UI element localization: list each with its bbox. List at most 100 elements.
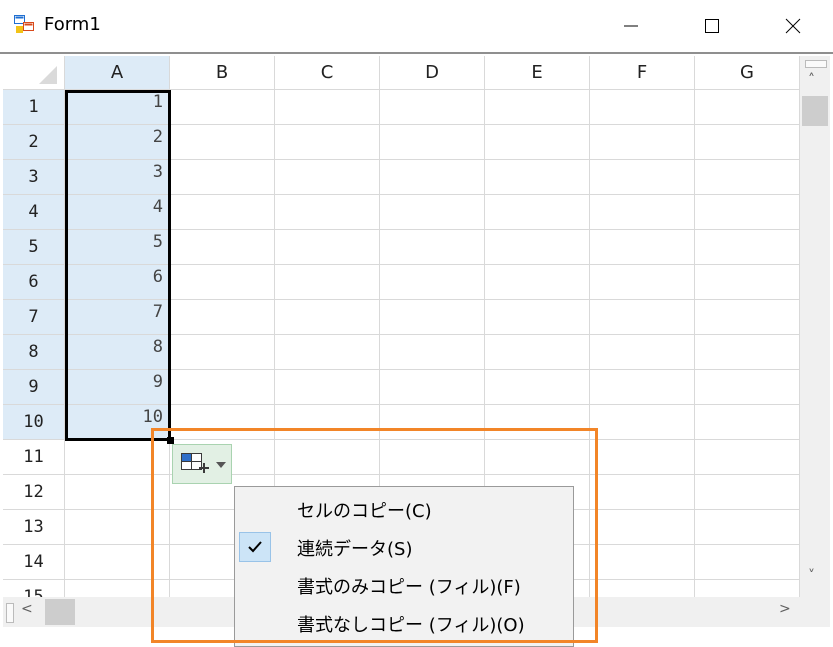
- cell-f14[interactable]: [590, 545, 695, 580]
- cell-e4[interactable]: [485, 195, 590, 230]
- cell-f7[interactable]: [590, 300, 695, 335]
- cell-b8[interactable]: [170, 335, 275, 370]
- cell-a3[interactable]: 3: [65, 160, 170, 195]
- cell-e7[interactable]: [485, 300, 590, 335]
- fill-handle[interactable]: [167, 437, 174, 444]
- cell-d2[interactable]: [380, 125, 485, 160]
- cell-f5[interactable]: [590, 230, 695, 265]
- cell-c7[interactable]: [275, 300, 380, 335]
- select-all-corner[interactable]: [3, 56, 65, 90]
- cell-e5[interactable]: [485, 230, 590, 265]
- cell-e9[interactable]: [485, 370, 590, 405]
- cell-g10[interactable]: [695, 405, 800, 440]
- cell-a14[interactable]: [65, 545, 170, 580]
- row-header-7[interactable]: 7: [3, 300, 65, 335]
- row-header-8[interactable]: 8: [3, 335, 65, 370]
- menu-item-fill-series[interactable]: 連続データ(S): [235, 528, 573, 566]
- row-header-2[interactable]: 2: [3, 125, 65, 160]
- cell-f1[interactable]: [590, 90, 695, 125]
- vertical-scrollbar[interactable]: ˄ ˅: [800, 56, 830, 597]
- column-header-a[interactable]: A: [65, 56, 170, 90]
- scroll-down-icon[interactable]: ˅: [808, 568, 815, 584]
- row-header-13[interactable]: 13: [3, 510, 65, 545]
- menu-item-fill-formatting-only[interactable]: 書式のみコピー (フィル)(F): [235, 566, 573, 604]
- column-header-f[interactable]: F: [590, 56, 695, 90]
- cell-c3[interactable]: [275, 160, 380, 195]
- cell-g8[interactable]: [695, 335, 800, 370]
- cell-g13[interactable]: [695, 510, 800, 545]
- cell-c10[interactable]: [275, 405, 380, 440]
- cell-d9[interactable]: [380, 370, 485, 405]
- cell-g6[interactable]: [695, 265, 800, 300]
- cell-a8[interactable]: 8: [65, 335, 170, 370]
- cell-a11[interactable]: [65, 440, 170, 475]
- cell-c11[interactable]: [275, 440, 380, 475]
- cell-a6[interactable]: 6: [65, 265, 170, 300]
- cell-e8[interactable]: [485, 335, 590, 370]
- cell-a9[interactable]: 9: [65, 370, 170, 405]
- cell-d4[interactable]: [380, 195, 485, 230]
- cell-c5[interactable]: [275, 230, 380, 265]
- row-header-11[interactable]: 11: [3, 440, 65, 475]
- cell-b4[interactable]: [170, 195, 275, 230]
- cell-b5[interactable]: [170, 230, 275, 265]
- cell-c6[interactable]: [275, 265, 380, 300]
- cell-a1[interactable]: 1: [65, 90, 170, 125]
- cell-g11[interactable]: [695, 440, 800, 475]
- column-header-b[interactable]: B: [170, 56, 275, 90]
- cell-c9[interactable]: [275, 370, 380, 405]
- cell-f10[interactable]: [590, 405, 695, 440]
- cell-d6[interactable]: [380, 265, 485, 300]
- cell-c2[interactable]: [275, 125, 380, 160]
- row-header-1[interactable]: 1: [3, 90, 65, 125]
- cell-g15[interactable]: [695, 580, 800, 597]
- cell-b9[interactable]: [170, 370, 275, 405]
- row-header-10[interactable]: 10: [3, 405, 65, 440]
- cell-g5[interactable]: [695, 230, 800, 265]
- cell-f8[interactable]: [590, 335, 695, 370]
- cell-a15[interactable]: [65, 580, 170, 597]
- cell-b3[interactable]: [170, 160, 275, 195]
- cell-a4[interactable]: 4: [65, 195, 170, 230]
- cell-a13[interactable]: [65, 510, 170, 545]
- cell-b7[interactable]: [170, 300, 275, 335]
- horizontal-split-box[interactable]: [6, 603, 14, 623]
- cell-b6[interactable]: [170, 265, 275, 300]
- cell-a10[interactable]: 10: [65, 405, 170, 440]
- cell-d8[interactable]: [380, 335, 485, 370]
- row-header-5[interactable]: 5: [3, 230, 65, 265]
- vertical-split-box[interactable]: [805, 60, 827, 68]
- cell-f13[interactable]: [590, 510, 695, 545]
- cell-g3[interactable]: [695, 160, 800, 195]
- cell-a5[interactable]: 5: [65, 230, 170, 265]
- vertical-scroll-thumb[interactable]: [802, 96, 828, 126]
- cell-d3[interactable]: [380, 160, 485, 195]
- column-header-g[interactable]: G: [695, 56, 800, 90]
- autofill-options-button[interactable]: [172, 444, 232, 484]
- cell-b10[interactable]: [170, 405, 275, 440]
- cell-f6[interactable]: [590, 265, 695, 300]
- cell-f11[interactable]: [590, 440, 695, 475]
- column-header-e[interactable]: E: [485, 56, 590, 90]
- cell-f4[interactable]: [590, 195, 695, 230]
- cell-b2[interactable]: [170, 125, 275, 160]
- row-header-4[interactable]: 4: [3, 195, 65, 230]
- horizontal-scroll-thumb[interactable]: [45, 599, 75, 625]
- cell-e10[interactable]: [485, 405, 590, 440]
- cell-a7[interactable]: 7: [65, 300, 170, 335]
- cell-e2[interactable]: [485, 125, 590, 160]
- cell-f2[interactable]: [590, 125, 695, 160]
- cell-c1[interactable]: [275, 90, 380, 125]
- cell-g1[interactable]: [695, 90, 800, 125]
- cell-g7[interactable]: [695, 300, 800, 335]
- cell-g14[interactable]: [695, 545, 800, 580]
- row-header-14[interactable]: 14: [3, 545, 65, 580]
- cell-e1[interactable]: [485, 90, 590, 125]
- cell-c8[interactable]: [275, 335, 380, 370]
- cell-a2[interactable]: 2: [65, 125, 170, 160]
- cell-f9[interactable]: [590, 370, 695, 405]
- cell-d5[interactable]: [380, 230, 485, 265]
- row-header-6[interactable]: 6: [3, 265, 65, 300]
- cell-d11[interactable]: [380, 440, 485, 475]
- cell-g9[interactable]: [695, 370, 800, 405]
